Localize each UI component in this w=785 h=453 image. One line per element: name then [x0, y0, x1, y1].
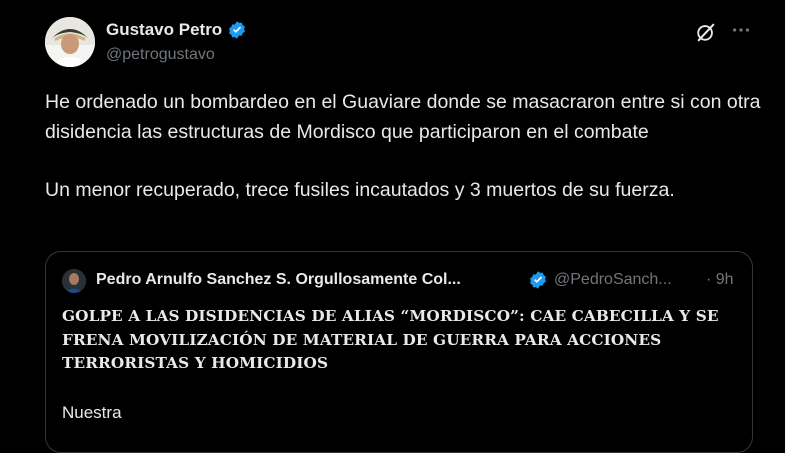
quoted-author-name: Pedro Arnulfo Sanchez S. Orgullosamente …: [96, 271, 461, 288]
tweet-text: He ordenado un bombardeo en el Guaviare …: [45, 88, 765, 206]
author-handle[interactable]: @petrogustavo: [106, 46, 215, 64]
quoted-author-handle: @PedroSanch...: [554, 271, 672, 288]
tweet-paragraph: Un menor recuperado, trece fusiles incau…: [45, 179, 675, 201]
grok-icon[interactable]: [695, 21, 717, 43]
tweet-paragraph: He ordenado un bombardeo en el Guaviare …: [45, 91, 761, 143]
more-options-icon[interactable]: [730, 19, 752, 41]
quoted-tweet[interactable]: Pedro Arnulfo Sanchez S. Orgullosamente …: [45, 251, 753, 453]
quoted-author-avatar: [62, 269, 86, 293]
author-name-row[interactable]: Gustavo Petro: [106, 20, 247, 40]
quoted-timestamp: · 9h: [706, 271, 734, 288]
author-name[interactable]: Gustavo Petro: [106, 20, 222, 40]
quoted-body-text: Nuestra: [62, 403, 122, 422]
quoted-headline: GOLPE A LAS DISIDENCIAS DE ALIAS “MORDIS…: [62, 307, 719, 372]
verified-badge-icon: [229, 21, 246, 39]
author-avatar[interactable]: [45, 17, 95, 67]
verified-badge-icon: [530, 271, 546, 289]
